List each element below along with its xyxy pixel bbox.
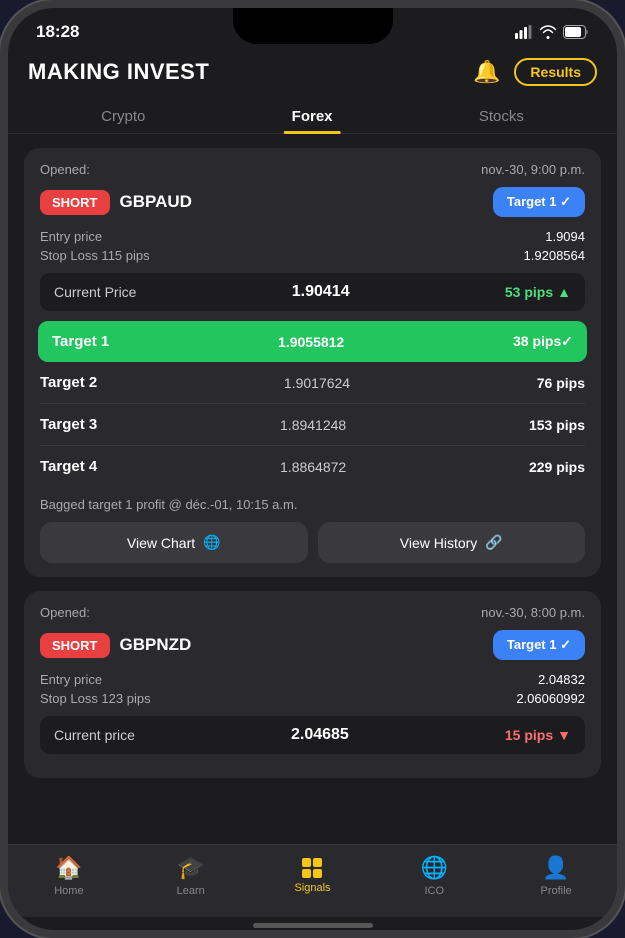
trade-card-gbpaud: Opened: nov.-30, 9:00 p.m. SHORT GBPAUD … <box>24 148 601 577</box>
content-area: MAKING INVEST 🔔 Results Crypto Forex Sto… <box>8 46 617 844</box>
status-time: 18:28 <box>36 22 79 42</box>
trade-info-1: SHORT GBPAUD Target 1 ✓ <box>40 187 585 217</box>
notch <box>233 8 393 44</box>
nav-label-ico: ICO <box>425 885 445 897</box>
nav-item-learn[interactable]: 🎓 Learn <box>161 855 221 897</box>
targets-container-1: Target 1 1.9055812 38 pips✓ Target 2 1.9… <box>40 321 585 487</box>
view-history-button[interactable]: View History 🔗 <box>318 522 586 563</box>
home-icon: 🏠 <box>55 855 82 881</box>
signals-icon <box>302 858 322 878</box>
current-price-row-1: Current Price 1.90414 53 pips ▲ <box>40 273 585 311</box>
target-row-2: Target 2 1.9017624 76 pips <box>40 362 585 404</box>
current-price-value-1: 1.90414 <box>292 283 350 301</box>
opened-label-2: Opened: <box>40 605 90 620</box>
profile-icon: 👤 <box>542 855 569 881</box>
bottom-nav: 🏠 Home 🎓 Learn Signals � <box>8 844 617 917</box>
target-row-3: Target 3 1.8941248 153 pips <box>40 404 585 446</box>
target-price-t2: 1.9017624 <box>284 375 350 391</box>
header: MAKING INVEST 🔔 Results <box>8 46 617 94</box>
phone-inner: 18:28 <box>8 8 617 930</box>
tab-forex[interactable]: Forex <box>272 100 353 133</box>
entry-value-2: 2.04832 <box>538 672 585 687</box>
app-title: MAKING INVEST <box>28 59 209 85</box>
chart-icon: 🌐 <box>203 534 220 551</box>
tab-crypto[interactable]: Crypto <box>81 100 165 133</box>
current-price-label-2: Current price <box>54 727 135 743</box>
target-price-t1: 1.9055812 <box>278 334 344 350</box>
target-name-t2: Target 2 <box>40 374 97 391</box>
entry-price-row-2: Entry price 2.04832 <box>40 672 585 687</box>
profit-text-1: Bagged target 1 profit @ déc.-01, 10:15 … <box>40 497 585 512</box>
entry-label-2: Entry price <box>40 672 102 687</box>
target-button-1[interactable]: Target 1 ✓ <box>493 187 585 217</box>
current-pips-2: 15 pips ▼ <box>505 727 571 743</box>
nav-label-profile: Profile <box>540 885 571 897</box>
target-row-1: Target 1 1.9055812 38 pips✓ <box>38 321 587 362</box>
trade-left-1: SHORT GBPAUD <box>40 190 192 215</box>
pair-name-2: GBPNZD <box>120 635 192 655</box>
stop-loss-value-1: 1.9208564 <box>524 248 585 263</box>
nav-item-signals[interactable]: Signals <box>282 858 342 894</box>
target-button-2[interactable]: Target 1 ✓ <box>493 630 585 660</box>
current-pips-1: 53 pips ▲ <box>505 284 571 300</box>
results-button[interactable]: Results <box>514 58 597 86</box>
target-price-t4: 1.8864872 <box>280 459 346 475</box>
action-buttons-1: View Chart 🌐 View History 🔗 <box>40 522 585 563</box>
target-name-t1: Target 1 <box>52 333 109 350</box>
history-icon: 🔗 <box>485 534 502 551</box>
trade-card-gbpnzd: Opened: nov.-30, 8:00 p.m. SHORT GBPNZD … <box>24 591 601 778</box>
ico-icon: 🌐 <box>421 855 448 881</box>
nav-label-home: Home <box>54 885 83 897</box>
nav-item-ico[interactable]: 🌐 ICO <box>404 855 464 897</box>
status-icons <box>515 25 589 39</box>
current-price-value-2: 2.04685 <box>291 726 349 744</box>
opened-label-1: Opened: <box>40 162 90 177</box>
stop-loss-value-2: 2.06060992 <box>516 691 585 706</box>
nav-label-signals: Signals <box>294 882 330 894</box>
learn-icon: 🎓 <box>177 855 204 881</box>
signal-icon <box>515 25 533 39</box>
nav-item-profile[interactable]: 👤 Profile <box>526 855 586 897</box>
view-chart-label: View Chart <box>127 535 195 551</box>
card-header-2: Opened: nov.-30, 8:00 p.m. <box>40 605 585 620</box>
entry-price-row-1: Entry price 1.9094 <box>40 229 585 244</box>
home-indicator <box>253 923 373 928</box>
pair-name-1: GBPAUD <box>120 192 192 212</box>
bell-icon[interactable]: 🔔 <box>473 59 500 85</box>
short-badge-1: SHORT <box>40 190 110 215</box>
stop-loss-label-2: Stop Loss 123 pips <box>40 691 151 706</box>
wifi-icon <box>539 25 557 39</box>
short-badge-2: SHORT <box>40 633 110 658</box>
tab-stocks[interactable]: Stocks <box>459 100 544 133</box>
target-pips-t3: 153 pips <box>529 417 585 433</box>
stop-loss-row-1: Stop Loss 115 pips 1.9208564 <box>40 248 585 263</box>
current-price-row-2: Current price 2.04685 15 pips ▼ <box>40 716 585 754</box>
battery-icon <box>563 25 589 39</box>
target-pips-t4: 229 pips <box>529 459 585 475</box>
nav-item-home[interactable]: 🏠 Home <box>39 855 99 897</box>
opened-date-2: nov.-30, 8:00 p.m. <box>481 605 585 620</box>
target-name-t4: Target 4 <box>40 458 97 475</box>
target-name-t3: Target 3 <box>40 416 97 433</box>
trade-left-2: SHORT GBPNZD <box>40 633 191 658</box>
card-header-1: Opened: nov.-30, 9:00 p.m. <box>40 162 585 177</box>
stop-loss-label-1: Stop Loss 115 pips <box>40 248 150 263</box>
phone-frame: 18:28 <box>0 0 625 938</box>
stop-loss-row-2: Stop Loss 123 pips 2.06060992 <box>40 691 585 706</box>
target-price-t3: 1.8941248 <box>280 417 346 433</box>
trade-info-2: SHORT GBPNZD Target 1 ✓ <box>40 630 585 660</box>
nav-label-learn: Learn <box>177 885 205 897</box>
target-pips-t2: 76 pips <box>537 375 585 391</box>
entry-value-1: 1.9094 <box>545 229 585 244</box>
current-price-label-1: Current Price <box>54 284 136 300</box>
tab-bar: Crypto Forex Stocks <box>8 94 617 134</box>
view-history-label: View History <box>400 535 478 551</box>
entry-label-1: Entry price <box>40 229 102 244</box>
header-actions: 🔔 Results <box>473 58 597 86</box>
target-row-4: Target 4 1.8864872 229 pips <box>40 446 585 487</box>
opened-date-1: nov.-30, 9:00 p.m. <box>481 162 585 177</box>
target-pips-t1: 38 pips✓ <box>513 333 573 350</box>
view-chart-button[interactable]: View Chart 🌐 <box>40 522 308 563</box>
